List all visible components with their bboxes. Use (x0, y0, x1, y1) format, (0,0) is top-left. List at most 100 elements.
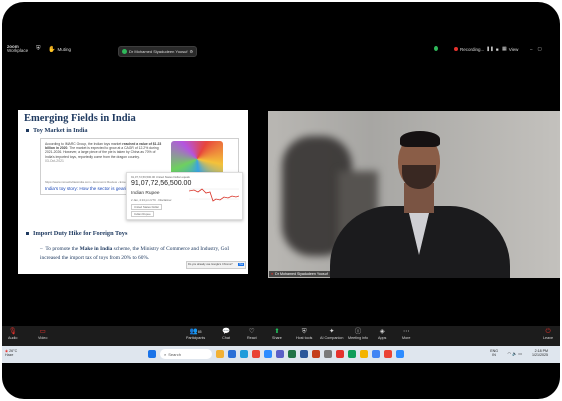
more-button[interactable]: ⋯ More (402, 328, 410, 340)
security-shield-icon (434, 46, 438, 51)
weather-desc: Haze (5, 353, 14, 358)
edge-icon[interactable] (240, 350, 248, 358)
currency-to-label: Indian Rupee (134, 212, 151, 216)
clock-date: 1/21/2025 (532, 353, 548, 358)
participant-video[interactable]: ● Dr Mohamed Siyadudeen Yoosuf (268, 111, 560, 278)
currency-value-main: 91,07,72,56,500 (131, 180, 182, 187)
file-explorer-icon[interactable] (216, 350, 224, 358)
host-tools-button[interactable]: ⛨ Host tools (296, 328, 312, 340)
info-icon: ⓘ (354, 328, 362, 335)
pause-icon: ❚❚ (486, 46, 494, 51)
powerpoint-icon[interactable] (312, 350, 320, 358)
pill-settings-icon: ⚙ (189, 49, 194, 54)
shield-button[interactable]: ⛨ (36, 46, 41, 53)
system-tray[interactable]: ◠ 🔈 ▭ (507, 351, 522, 356)
body-prefix: To promote the (45, 246, 80, 252)
apps-icon: ◈ (379, 328, 385, 335)
currency-value: 91,07,72,56,500.00 (131, 180, 191, 187)
minimize-icon[interactable]: – (530, 47, 533, 52)
toast-button[interactable]: Yes (238, 262, 244, 266)
react-button[interactable]: ♡ React (247, 328, 257, 340)
ai-companion-button[interactable]: ✦ AI Companion (320, 328, 343, 340)
recording-label: Recording... (460, 46, 485, 52)
app-icon[interactable] (348, 350, 356, 358)
muted-indicator: ✋ Muting (48, 46, 71, 53)
currency-to-field[interactable]: Indian Rupee (131, 211, 154, 217)
speaker-icon (122, 49, 127, 54)
recording-indicator[interactable]: Recording... ❚❚ ■ (454, 46, 499, 52)
app-icon[interactable] (372, 350, 380, 358)
ai-companion-label: AI Companion (320, 336, 344, 340)
slide-body-text: – To promote the Make in India scheme, t… (40, 245, 240, 262)
settings-icon[interactable] (324, 350, 332, 358)
bullet-toy-market-text: Toy Market in India (33, 127, 88, 134)
share-button[interactable]: ⬆ Share (272, 328, 282, 340)
bullet-square-icon (26, 232, 29, 236)
snippet-date: 03-Oct-2021 (45, 158, 64, 163)
meeting-info-label: Meeting info (348, 336, 369, 340)
more-label: More (402, 336, 411, 340)
excel-icon[interactable] (288, 350, 296, 358)
react-label: React (247, 336, 257, 340)
taskbar-search[interactable]: ⌕ Search (160, 349, 212, 359)
security-button[interactable] (434, 46, 438, 51)
maximize-icon[interactable]: ▢ (538, 46, 542, 52)
person-hair (400, 131, 440, 147)
word-icon[interactable] (300, 350, 308, 358)
video-button[interactable]: ▭ Video (38, 328, 47, 340)
meeting-info-button[interactable]: ⓘ Meeting info (348, 328, 368, 340)
zoom-logo-line2: Workplace (7, 48, 29, 53)
device-frame: zoom Workplace ⛨ ✋ Muting Dr Mohamed Siy… (2, 2, 560, 399)
app-icon[interactable] (384, 350, 392, 358)
chat-icon: 💬 (222, 328, 231, 335)
audio-button[interactable]: 🎙 Audio (8, 328, 17, 340)
slide-title: Emerging Fields in India (24, 113, 136, 124)
participants-count: 65 (197, 330, 202, 334)
bullet-import-duty-text: Import Duty Hike for Foreign Toys (33, 230, 128, 237)
video-label: Video (38, 336, 48, 340)
chrome-icon[interactable] (252, 350, 260, 358)
more-icon: ⋯ (402, 328, 410, 335)
mic-muted-icon: ● (271, 272, 274, 276)
sparkle-icon: ✦ (328, 328, 335, 335)
shield-icon: ⛨ (301, 328, 307, 335)
mail-icon[interactable] (228, 350, 236, 358)
view-button[interactable]: ▦ View (502, 46, 518, 52)
apps-button[interactable]: ◈ Apps (378, 328, 386, 340)
hand-icon: ✋ (48, 47, 56, 53)
teams-icon[interactable] (276, 350, 284, 358)
wifi-icon: ◠ (507, 351, 511, 356)
participants-button[interactable]: 👥65 Participants (186, 328, 205, 340)
currency-from-label: United States Dollar (134, 205, 159, 209)
leave-icon: ⏻ (545, 328, 551, 335)
toast-text: Do you already use Google's Chrome? (188, 263, 233, 266)
currency-converter-card: 91,07,72,56,500.00 United States Dollar … (126, 172, 243, 220)
weather-widget[interactable]: ◉ 26°C Haze (5, 349, 17, 357)
search-icon: ⌕ (164, 351, 167, 357)
zoom-logo: zoom Workplace (7, 44, 29, 53)
currency-sparkline (189, 188, 239, 202)
language-indicator[interactable]: ENG IN (490, 349, 498, 358)
leave-button[interactable]: ⏻ Leave (543, 328, 553, 340)
chrome-toast: Do you already use Google's Chrome? Yes (186, 261, 246, 269)
mic-muted-icon: 🎙 (8, 328, 17, 335)
app-icon[interactable] (360, 350, 368, 358)
windows-start-icon[interactable] (148, 350, 156, 358)
active-speaker-pill[interactable]: Dr Mohamed Siyadudeen Yoosuf ⚙ (118, 46, 198, 57)
share-icon: ⬆ (274, 328, 280, 335)
share-label: Share (272, 336, 282, 340)
zoom-running-icon[interactable] (396, 350, 404, 358)
chat-label: Chat (222, 336, 230, 340)
volume-icon: 🔈 (512, 351, 518, 356)
zoom-icon[interactable] (264, 350, 272, 358)
muted-label: Muting (57, 47, 71, 52)
record-icon (454, 47, 458, 51)
zoom-controls-bar: 🎙 Audio ▭ Video 👥65 Participants 💬 Chat … (2, 326, 560, 346)
slide-bullet-toy-market: Toy Market in India (26, 127, 88, 134)
acrobat-icon[interactable] (336, 350, 344, 358)
windows-taskbar: ◉ 26°C Haze ⌕ Search ◠ 🔈 ▭ ENG IN 2:18 P… (2, 346, 560, 363)
currency-header: 91,07,72,56,500.00 United States Dollar … (131, 175, 190, 179)
chat-button[interactable]: 💬 Chat (222, 328, 230, 340)
clock[interactable]: 2:18 PM 1/21/2025 (532, 349, 548, 358)
currency-from-field[interactable]: United States Dollar (131, 204, 162, 210)
